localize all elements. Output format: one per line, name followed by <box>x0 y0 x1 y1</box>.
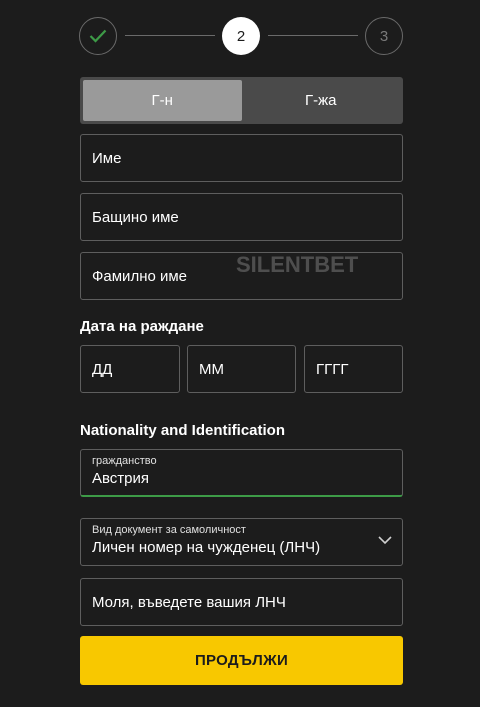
citizenship-value: Австрия <box>92 470 150 487</box>
lnch-placeholder: Моля, въведете вашия ЛНЧ <box>92 593 286 611</box>
lnch-input[interactable]: Моля, въведете вашия ЛНЧ <box>80 578 403 626</box>
gender-mr-option[interactable]: Г-н <box>83 80 242 121</box>
step-3-pending: 3 <box>365 17 403 55</box>
dob-month-placeholder: ММ <box>199 360 224 378</box>
dob-row: ДД ММ ГГГГ <box>80 345 403 393</box>
gender-toggle: Г-н Г-жа <box>80 77 403 124</box>
first-name-placeholder: Име <box>92 149 122 167</box>
nationality-heading: Nationality and Identification <box>80 422 286 439</box>
chevron-down-icon <box>378 536 392 545</box>
step-1-complete <box>79 17 117 55</box>
dob-label: Дата на раждане <box>80 318 204 335</box>
dob-day-input[interactable]: ДД <box>80 345 180 393</box>
citizenship-field[interactable]: гражданство Австрия <box>80 449 403 497</box>
citizenship-label: гражданство <box>92 455 157 467</box>
document-type-value: Личен номер на чужденец (ЛНЧ) <box>92 539 321 556</box>
last-name-placeholder: Фамилно име <box>92 267 188 285</box>
first-name-input[interactable]: Име <box>80 134 403 182</box>
document-type-select[interactable]: Вид документ за самоличност Личен номер … <box>80 518 403 566</box>
last-name-input[interactable]: Фамилно име <box>80 252 403 300</box>
gender-mrs-option[interactable]: Г-жа <box>242 80 401 121</box>
document-type-label: Вид документ за самоличност <box>92 524 246 536</box>
dob-year-placeholder: ГГГГ <box>316 360 349 378</box>
checkmark-icon <box>89 29 107 43</box>
registration-page: 2 3 Г-н Г-жа Име Бащино име Фамилно име … <box>0 0 480 707</box>
continue-button[interactable]: ПРОДЪЛЖИ <box>80 636 403 685</box>
progress-stepper: 2 3 <box>79 17 404 57</box>
step-2-current: 2 <box>222 17 260 55</box>
middle-name-placeholder: Бащино име <box>92 208 179 226</box>
step-connector <box>268 35 358 36</box>
middle-name-input[interactable]: Бащино име <box>80 193 403 241</box>
step-connector <box>125 35 215 36</box>
dob-day-placeholder: ДД <box>92 360 113 378</box>
dob-month-input[interactable]: ММ <box>187 345 296 393</box>
dob-year-input[interactable]: ГГГГ <box>304 345 403 393</box>
